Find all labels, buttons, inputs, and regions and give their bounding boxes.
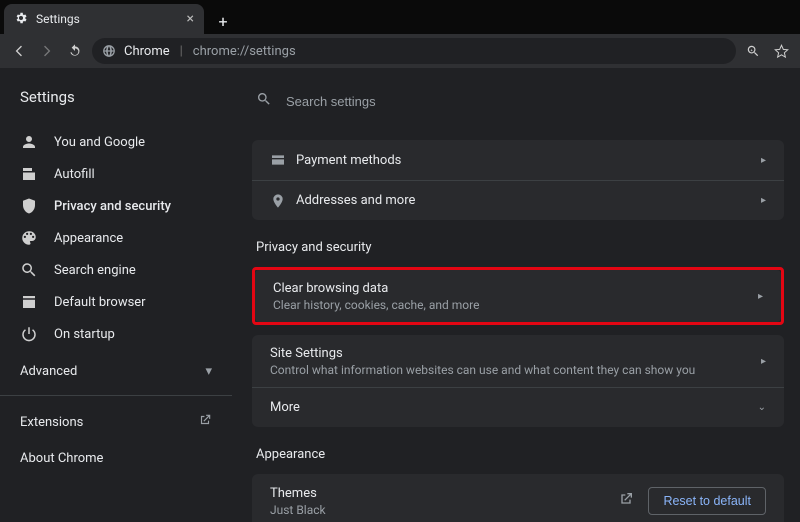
person-icon — [20, 133, 38, 151]
row-subtitle: Clear history, cookies, cache, and more — [273, 298, 758, 312]
settings-search-input[interactable] — [286, 94, 800, 109]
row-title: Addresses and more — [296, 193, 761, 208]
search-icon — [256, 91, 272, 111]
url-path: chrome://settings — [193, 44, 296, 59]
bookmark-icon[interactable] — [770, 44, 792, 59]
row-title: Payment methods — [296, 153, 761, 168]
browser-toolbar: Chrome | chrome://settings — [0, 34, 800, 68]
gear-icon — [14, 11, 28, 28]
row-site-settings[interactable]: Site Settings Control what information w… — [252, 335, 784, 387]
sidebar-item-label: You and Google — [54, 135, 145, 150]
browser-icon — [20, 293, 38, 311]
autofill-card: Payment methods ▸ Addresses and more ▸ — [252, 140, 784, 220]
sidebar-item-label: Autofill — [54, 167, 95, 182]
credit-card-icon — [270, 152, 296, 168]
back-button[interactable] — [8, 40, 30, 62]
row-title: More — [270, 400, 758, 415]
chevron-down-icon: ▾ — [205, 364, 212, 379]
appearance-card: Themes Just Black Reset to default Show … — [252, 474, 784, 522]
autofill-icon — [20, 165, 38, 183]
sidebar-item-on-startup[interactable]: On startup — [0, 318, 232, 350]
sidebar-item-appearance[interactable]: Appearance — [0, 222, 232, 254]
sidebar-item-label: Appearance — [54, 231, 123, 246]
about-label: About Chrome — [20, 451, 103, 466]
chevron-right-icon: ▸ — [761, 155, 766, 166]
row-more[interactable]: More ⌄ — [252, 387, 784, 427]
chevron-right-icon: ▸ — [761, 195, 766, 206]
settings-main: Payment methods ▸ Addresses and more ▸ P… — [232, 68, 800, 522]
zoom-icon[interactable] — [742, 44, 764, 59]
sidebar-item-label: On startup — [54, 327, 115, 342]
chevron-down-icon: ⌄ — [758, 402, 766, 413]
browser-tab-settings[interactable]: Settings × — [4, 4, 204, 34]
chevron-right-icon: ▸ — [758, 291, 763, 302]
power-icon — [20, 325, 38, 343]
row-title: Clear browsing data — [273, 281, 758, 296]
tab-title: Settings — [36, 12, 80, 26]
row-title: Site Settings — [270, 346, 761, 361]
sidebar-item-label: Privacy and security — [54, 199, 171, 214]
sidebar-item-privacy[interactable]: Privacy and security — [0, 190, 232, 222]
url-separator: | — [178, 44, 185, 59]
forward-button[interactable] — [36, 40, 58, 62]
new-tab-button[interactable]: + — [210, 8, 236, 34]
external-link-icon[interactable] — [618, 491, 634, 511]
sidebar-item-search-engine[interactable]: Search engine — [0, 254, 232, 286]
sidebar-about-link[interactable]: About Chrome — [0, 440, 232, 476]
row-themes[interactable]: Themes Just Black Reset to default — [252, 474, 784, 522]
row-clear-browsing-data[interactable]: Clear browsing data Clear history, cooki… — [255, 270, 781, 322]
settings-search[interactable] — [232, 84, 800, 118]
row-subtitle: Control what information websites can us… — [270, 363, 761, 377]
sidebar-item-autofill[interactable]: Autofill — [0, 158, 232, 190]
sidebar-item-you-and-google[interactable]: You and Google — [0, 126, 232, 158]
advanced-label: Advanced — [20, 364, 77, 379]
section-header-appearance: Appearance — [252, 437, 784, 474]
url-origin: Chrome — [124, 44, 170, 59]
privacy-card: Site Settings Control what information w… — [252, 335, 784, 427]
sidebar-item-label: Search engine — [54, 263, 136, 278]
reset-theme-button[interactable]: Reset to default — [648, 487, 766, 515]
palette-icon — [20, 229, 38, 247]
settings-sidebar: Settings You and Google Autofill Privacy… — [0, 68, 232, 522]
row-title: Themes — [270, 486, 618, 501]
clear-browsing-data-highlight: Clear browsing data Clear history, cooki… — [252, 267, 784, 325]
site-info-icon[interactable] — [102, 44, 116, 58]
sidebar-extensions-link[interactable]: Extensions — [0, 404, 232, 440]
location-icon — [270, 193, 296, 209]
address-bar[interactable]: Chrome | chrome://settings — [92, 38, 736, 64]
extensions-label: Extensions — [20, 415, 83, 430]
settings-heading: Settings — [0, 84, 232, 126]
row-subtitle: Just Black — [270, 503, 618, 517]
search-icon — [20, 261, 38, 279]
row-addresses[interactable]: Addresses and more ▸ — [252, 180, 784, 220]
sidebar-item-default-browser[interactable]: Default browser — [0, 286, 232, 318]
chevron-right-icon: ▸ — [761, 356, 766, 367]
tab-strip: Settings × + — [0, 0, 800, 34]
sidebar-item-label: Default browser — [54, 295, 146, 310]
sidebar-advanced-toggle[interactable]: Advanced ▾ — [0, 350, 232, 387]
shield-icon — [20, 197, 38, 215]
section-header-privacy: Privacy and security — [252, 230, 784, 267]
sidebar-divider — [0, 395, 232, 396]
row-payment-methods[interactable]: Payment methods ▸ — [252, 140, 784, 180]
external-link-icon — [198, 413, 212, 431]
close-icon[interactable]: × — [187, 11, 194, 27]
reload-button[interactable] — [64, 40, 86, 62]
